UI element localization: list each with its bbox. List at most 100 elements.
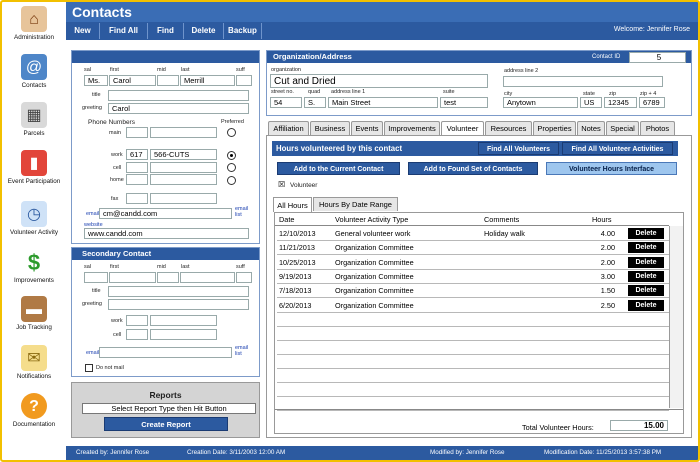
- add-to-found-set-button[interactable]: Add to Found Set of Contacts: [408, 162, 538, 175]
- table-row[interactable]: 10/25/2013 Organization Committee 2.00 Dele…: [277, 256, 669, 270]
- website-field[interactable]: www.candd.com: [84, 228, 249, 239]
- work-preferred-radio[interactable]: [227, 151, 236, 160]
- secondary-title-field[interactable]: [108, 286, 249, 297]
- home-phone-field[interactable]: [150, 174, 217, 185]
- table-row[interactable]: 7/18/2013 Organization Committee 1.50 Delet…: [277, 284, 669, 299]
- find-all-volunteer-activities-button[interactable]: Find All Volunteer Activities: [562, 142, 673, 155]
- state-field[interactable]: US: [580, 97, 602, 108]
- last-name-field[interactable]: Merrill: [180, 75, 235, 86]
- tab-special[interactable]: Special: [606, 121, 639, 135]
- tab-affiliation[interactable]: Affiliation: [268, 121, 309, 135]
- sidebar-item-volunteer-activity[interactable]: ◷ Volunteer Activity: [2, 201, 66, 236]
- street-no-field[interactable]: 54: [270, 97, 302, 108]
- delete-row-button[interactable]: Delete: [628, 228, 664, 239]
- cell-phone-field[interactable]: [150, 162, 217, 173]
- suff-field[interactable]: [236, 75, 252, 86]
- cell-area-field[interactable]: [126, 162, 148, 173]
- find-button[interactable]: Find: [148, 23, 184, 39]
- fax-field[interactable]: [150, 193, 217, 204]
- new-button[interactable]: New: [66, 23, 100, 39]
- tab-notes[interactable]: Notes: [577, 121, 605, 135]
- work-area-field[interactable]: 617: [126, 149, 148, 160]
- zip4-field[interactable]: 6789: [639, 97, 665, 108]
- suite-field[interactable]: test: [440, 97, 488, 108]
- secondary-greeting-field[interactable]: [108, 299, 249, 310]
- tab-events[interactable]: Events: [351, 121, 383, 135]
- find-all-volunteers-button[interactable]: Find All Volunteers: [478, 142, 559, 155]
- do-not-mail-checkbox[interactable]: [85, 364, 93, 372]
- secondary-mid-field[interactable]: [157, 272, 179, 283]
- email-label[interactable]: email: [86, 211, 99, 217]
- table-row[interactable]: 12/10/2013 General volunteer work Holiday …: [277, 227, 669, 241]
- sidebar-item-contacts[interactable]: @ Contacts: [2, 54, 66, 89]
- create-report-button[interactable]: Create Report: [104, 417, 228, 431]
- email-list-link[interactable]: email list: [235, 206, 249, 218]
- tab-resources[interactable]: Resources: [485, 121, 532, 135]
- cell-preferred-radio[interactable]: [227, 163, 236, 172]
- secondary-last-field[interactable]: [180, 272, 235, 283]
- home-area-field[interactable]: [126, 174, 148, 185]
- organization-field[interactable]: Cut and Dried: [270, 74, 488, 88]
- backup-button[interactable]: Backup: [224, 23, 262, 39]
- secondary-first-field[interactable]: [109, 272, 156, 283]
- table-row[interactable]: 9/19/2013 Organization Committee 3.00 Delet…: [277, 270, 669, 284]
- secondary-work-area-field[interactable]: [126, 315, 148, 326]
- sidebar-item-improvements[interactable]: $ Improvements: [2, 249, 66, 284]
- secondary-work-phone-field[interactable]: [150, 315, 217, 326]
- volunteer-hours-interface-button[interactable]: Volunteer Hours Interface: [546, 162, 677, 175]
- main-phone-field[interactable]: [150, 127, 217, 138]
- title-field[interactable]: [108, 90, 249, 101]
- city-field[interactable]: Anytown: [503, 97, 578, 108]
- sidebar-item-notifications[interactable]: ✉ Notifications: [2, 345, 66, 380]
- table-row[interactable]: 11/21/2013 Organization Committee 2.00 Dele…: [277, 241, 669, 256]
- delete-row-button[interactable]: Delete: [628, 270, 664, 282]
- add-to-current-contact-button[interactable]: Add to the Current Contact: [277, 162, 400, 175]
- sidebar-item-event-participation[interactable]: ▮ Event Participation: [2, 150, 66, 185]
- tab-properties[interactable]: Properties: [533, 121, 576, 135]
- fax-area-field[interactable]: [126, 193, 148, 204]
- volunteer-checkbox[interactable]: ☒: [278, 181, 285, 189]
- tab-improvements[interactable]: Improvements: [384, 121, 440, 135]
- secondary-email-field[interactable]: [99, 347, 232, 358]
- sidebar-item-parcels[interactable]: ▦ Parcels: [2, 102, 66, 137]
- main-preferred-radio[interactable]: [227, 128, 236, 137]
- activity-column-header: Volunteer Activity Type: [335, 215, 409, 224]
- delete-row-button[interactable]: Delete: [628, 256, 664, 268]
- activity-cell: Organization Committee: [335, 300, 414, 310]
- first-name-field[interactable]: Carol: [109, 75, 156, 86]
- address-line-1-field[interactable]: Main Street: [328, 97, 438, 108]
- tab-business[interactable]: Business: [310, 121, 350, 135]
- sidebar-item-administration[interactable]: ⌂ Administration: [2, 6, 66, 41]
- table-scrollbar[interactable]: [669, 226, 683, 408]
- quad-field[interactable]: S.: [304, 97, 326, 108]
- address-line-2-field[interactable]: [503, 76, 663, 87]
- greeting-field[interactable]: Carol: [108, 103, 249, 114]
- secondary-sal-field[interactable]: [84, 272, 108, 283]
- work-phone-field[interactable]: 566-CUTS: [150, 149, 217, 160]
- delete-button[interactable]: Delete: [184, 23, 224, 39]
- find-all-button[interactable]: Find All: [100, 23, 148, 39]
- delete-row-button[interactable]: Delete: [628, 242, 664, 254]
- secondary-cell-phone-field[interactable]: [150, 329, 217, 340]
- tab-photos[interactable]: Photos: [640, 121, 675, 135]
- zip-field[interactable]: 12345: [604, 97, 637, 108]
- report-type-select[interactable]: Select Report Type then Hit Button: [82, 403, 256, 414]
- sidebar-item-job-tracking[interactable]: ▬ Job Tracking: [2, 296, 66, 331]
- secondary-suff-field[interactable]: [236, 272, 252, 283]
- secondary-email-list-link[interactable]: email list: [235, 345, 249, 357]
- tab-volunteer[interactable]: Volunteer: [441, 121, 484, 136]
- home-preferred-radio[interactable]: [227, 176, 236, 185]
- secondary-cell-area-field[interactable]: [126, 329, 148, 340]
- sal-field[interactable]: Ms.: [84, 75, 108, 86]
- mid-field[interactable]: [157, 75, 179, 86]
- subtab-hours-by-date-range[interactable]: Hours By Date Range: [313, 197, 398, 211]
- subtab-all-hours[interactable]: All Hours: [273, 197, 312, 212]
- delete-row-button[interactable]: Delete: [628, 299, 664, 311]
- sidebar-item-documentation[interactable]: ? Documentation: [2, 393, 66, 428]
- secondary-email-label[interactable]: email: [86, 350, 99, 356]
- main-area-field[interactable]: [126, 127, 148, 138]
- email-field[interactable]: cm@candd.com: [99, 208, 232, 219]
- delete-row-button[interactable]: Delete: [628, 285, 664, 297]
- table-row[interactable]: 6/20/2013 Organization Committee 2.50 Delet…: [277, 299, 669, 313]
- address-line-1-label: address line 1: [331, 89, 366, 95]
